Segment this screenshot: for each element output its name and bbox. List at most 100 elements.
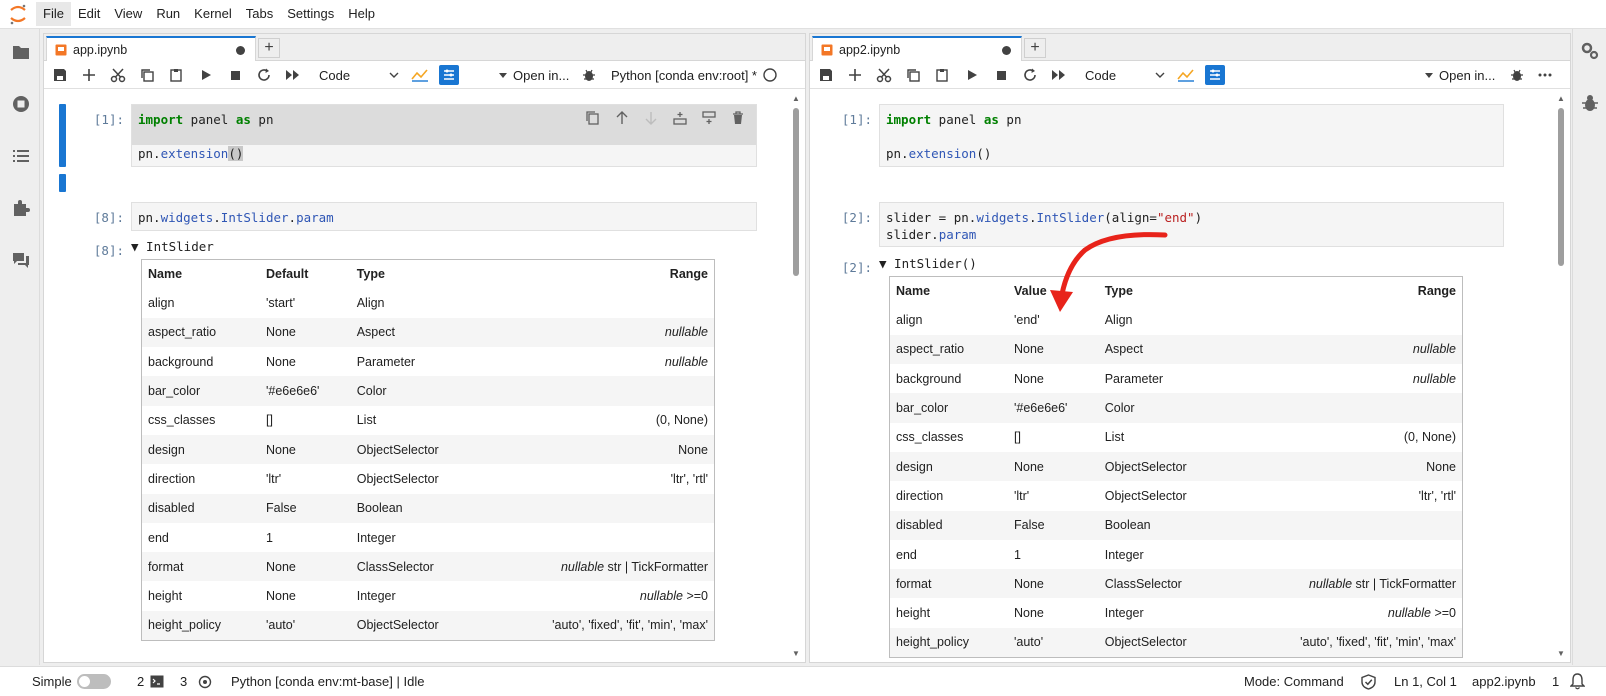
tab-app-ipynb[interactable]: app.ipynb (46, 36, 256, 62)
col-header-range: Range (1417, 284, 1456, 299)
scrollbar-thumb[interactable] (793, 108, 799, 276)
param-type: ObjectSelector (1098, 451, 1230, 482)
fast-forward-icon[interactable] (1049, 65, 1069, 85)
copy-icon[interactable] (903, 65, 923, 85)
debugger-icon[interactable] (1580, 93, 1600, 113)
code-token: pn (998, 112, 1022, 127)
new-tab-button[interactable]: + (1024, 38, 1046, 58)
scrollbar[interactable]: ▲ ▼ (791, 94, 801, 658)
menu-tabs[interactable]: Tabs (239, 2, 280, 26)
cell-type-select[interactable]: Code (319, 65, 399, 85)
kernel-count[interactable]: 3 (180, 674, 187, 689)
running-icon[interactable] (10, 93, 32, 115)
duplicate-cell-icon[interactable] (578, 108, 607, 128)
scrollbar[interactable]: ▲ ▼ (1556, 94, 1566, 658)
copy-icon[interactable] (137, 65, 157, 85)
param-name: end (896, 547, 917, 562)
cell-type-select[interactable]: Code (1085, 65, 1165, 85)
stop-icon[interactable] (991, 65, 1011, 85)
chart-line-icon[interactable] (1176, 65, 1196, 85)
scrollbar-thumb[interactable] (1558, 108, 1564, 266)
add-cell-icon[interactable] (79, 65, 99, 85)
extension-icon[interactable] (10, 197, 32, 219)
move-down-icon[interactable] (636, 108, 665, 128)
menu-kernel[interactable]: Kernel (187, 2, 239, 26)
menu-settings[interactable]: Settings (280, 2, 341, 26)
output-collapser[interactable] (59, 174, 66, 192)
param-value: None (266, 589, 296, 604)
scroll-up-icon[interactable]: ▲ (1556, 94, 1566, 103)
run-icon[interactable] (962, 65, 982, 85)
range-value: 'auto', 'fixed', 'fit', 'min', 'max' (1300, 635, 1456, 650)
more-icon[interactable] (1535, 65, 1555, 85)
save-icon[interactable] (50, 65, 70, 85)
menu-file[interactable]: File (36, 2, 71, 26)
open-in-dropdown[interactable]: Open in... (1425, 65, 1495, 85)
bell-icon[interactable] (1569, 673, 1586, 693)
scroll-up-icon[interactable]: ▲ (791, 94, 801, 103)
menu-edit[interactable]: Edit (71, 2, 107, 26)
paste-icon[interactable] (932, 65, 952, 85)
param-value: False (260, 493, 351, 523)
insert-above-icon[interactable] (665, 108, 694, 128)
output-title[interactable]: ▼ IntSlider() (879, 256, 977, 271)
table-row: design None ObjectSelector None (141, 434, 715, 465)
cut-icon[interactable] (874, 65, 894, 85)
table-row: align 'start' Align (142, 289, 715, 318)
insert-below-icon[interactable] (694, 108, 723, 128)
tab-bar: app.ipynb + (44, 34, 805, 62)
property-icon[interactable] (439, 65, 459, 85)
jupyter-logo-icon[interactable] (0, 0, 36, 29)
tab-label: app2.ipynb (839, 43, 901, 57)
run-icon[interactable] (196, 65, 216, 85)
save-icon[interactable] (816, 65, 836, 85)
tab-app2-ipynb[interactable]: app2.ipynb (812, 36, 1022, 62)
terminal-count[interactable]: 2 (137, 674, 144, 689)
menu-run[interactable]: Run (149, 2, 187, 26)
left-sidebar (0, 29, 40, 665)
kernel-status-text[interactable]: Python [conda env:mt-base] | Idle (231, 674, 424, 689)
chart-line-icon[interactable] (410, 65, 430, 85)
param-range: (0, None) (481, 406, 714, 435)
toc-icon[interactable] (10, 145, 32, 167)
menu-help[interactable]: Help (341, 2, 382, 26)
bug-icon[interactable] (579, 65, 599, 85)
restart-icon[interactable] (1020, 65, 1040, 85)
add-cell-icon[interactable] (845, 65, 865, 85)
code-cell-input[interactable]: slider = pn.widgets.IntSlider(align="end… (879, 202, 1504, 247)
scroll-down-icon[interactable]: ▼ (791, 649, 801, 658)
param-type: Color (1098, 393, 1230, 423)
range-value: 'auto', 'fixed', 'fit', 'min', 'max' (552, 618, 708, 633)
cut-icon[interactable] (108, 65, 128, 85)
restart-icon[interactable] (254, 65, 274, 85)
cursor-position[interactable]: Ln 1, Col 1 (1394, 674, 1457, 689)
bug-icon[interactable] (1507, 65, 1527, 85)
open-in-dropdown[interactable]: Open in... (499, 65, 569, 85)
folder-icon[interactable] (10, 41, 32, 63)
stop-icon[interactable] (225, 65, 245, 85)
kernel-name[interactable]: Python [conda env:root] * (611, 65, 757, 85)
paste-icon[interactable] (166, 65, 186, 85)
menu-view[interactable]: View (107, 2, 149, 26)
code-cell-input[interactable]: import panel as pn pn.extension() (879, 104, 1504, 167)
unsaved-dot-icon[interactable] (1002, 46, 1011, 55)
property-inspector-icon[interactable] (1580, 41, 1600, 61)
trusted-shield-icon[interactable] (1361, 674, 1376, 693)
chat-icon[interactable] (10, 249, 32, 271)
move-up-icon[interactable] (607, 108, 636, 128)
code-cell-input[interactable]: pn.widgets.IntSlider.param (131, 202, 757, 231)
unsaved-dot-icon[interactable] (236, 46, 245, 55)
notification-count[interactable]: 1 (1552, 674, 1559, 689)
fast-forward-icon[interactable] (283, 65, 303, 85)
code-token: . (1029, 210, 1037, 225)
param-name: align (896, 313, 923, 328)
delete-cell-icon[interactable] (723, 108, 752, 128)
param-value: [] (266, 413, 273, 428)
scroll-down-icon[interactable]: ▼ (1556, 649, 1566, 658)
output-title[interactable]: ▼ IntSlider (131, 239, 214, 254)
code-token: panel (931, 112, 984, 127)
param-type: Integer (356, 589, 396, 604)
new-tab-button[interactable]: + (258, 38, 280, 58)
simple-mode-toggle[interactable] (77, 674, 111, 689)
property-icon[interactable] (1205, 65, 1225, 85)
